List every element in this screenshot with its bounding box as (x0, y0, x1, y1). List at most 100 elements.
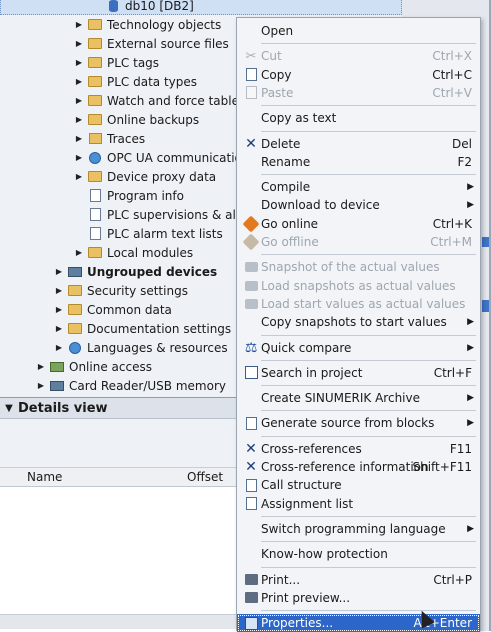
menu-icon-slot (243, 390, 259, 406)
expand-arrow-icon[interactable]: ▶ (36, 381, 46, 390)
menu-separator (261, 410, 476, 412)
folder-icon-shape (68, 323, 82, 334)
menu-item-copy-snapshots-to-start-values[interactable]: Copy snapshots to start values ▶ (237, 313, 480, 331)
cross-reference-info-icon: ✕ (243, 459, 259, 475)
menu-item-copy-as-text[interactable]: Copy as text (237, 109, 480, 127)
expand-arrow-icon[interactable]: ▶ (54, 305, 64, 314)
expand-arrow-icon[interactable]: ▶ (74, 248, 84, 257)
expand-arrow-icon[interactable]: ▶ (54, 324, 64, 333)
menu-item-generate-source-from-blocks[interactable]: Generate source from blocks ▶ (237, 414, 480, 432)
column-header-offset[interactable]: Offset (187, 470, 223, 484)
tree-indent: ▶ (0, 324, 64, 333)
copy-icon-shape (245, 68, 257, 82)
menu-item-switch-programming-language[interactable]: Switch programming language ▶ (237, 520, 480, 538)
menu-item-label: Cross-references (261, 441, 362, 456)
menu-item-create-sinumerik-archive[interactable]: Create SINUMERIK Archive ▶ (237, 389, 480, 407)
menu-item-cross-references[interactable]: ✕ Cross-references F11 (237, 440, 480, 458)
expand-arrow-icon[interactable]: ▶ (74, 20, 84, 29)
folder-icon-shape (88, 57, 102, 68)
menu-item-label: Copy as text (261, 111, 337, 126)
expand-arrow-icon[interactable]: ▶ (74, 153, 84, 162)
menu-item-delete[interactable]: ✕ Delete Del (237, 135, 480, 153)
document-icon (88, 208, 102, 222)
expand-arrow-icon[interactable]: ▶ (74, 115, 84, 124)
menu-item-label: Open (261, 24, 294, 38)
submenu-arrow-icon: ▶ (467, 342, 474, 353)
document-icon (88, 189, 102, 203)
menu-item-search-in-project[interactable]: Search in project Ctrl+F (237, 364, 480, 382)
folder-icon-shape (88, 95, 102, 106)
menu-item-call-structure[interactable]: Call structure (237, 476, 480, 494)
tree-item[interactable]: db10 [DB2] (0, 0, 402, 15)
menu-icon-slot (243, 197, 259, 213)
menu-item-open[interactable]: Open (237, 22, 480, 40)
menu-item-go-online[interactable]: Go online Ctrl+K (237, 215, 480, 233)
menu-item-know-how-protection[interactable]: Know-how protection (237, 545, 480, 563)
menu-item-label: Quick compare (261, 340, 352, 355)
background-block (482, 237, 489, 247)
menu-item-shortcut: Ctrl+K (432, 216, 472, 231)
expand-arrow-icon[interactable]: ▶ (74, 58, 84, 67)
tree-indent: ▶ (0, 134, 84, 143)
expand-arrow-icon[interactable]: ▶ (74, 39, 84, 48)
menu-item-cross-reference-information[interactable]: ✕ Cross-reference information Shift+F11 (237, 458, 480, 476)
menu-item-compile[interactable]: Compile ▶ (237, 178, 480, 196)
menu-separator (261, 566, 476, 568)
menu-item-label: Copy snapshots to start values (261, 315, 447, 330)
snapshot-icon-shape (244, 262, 258, 273)
db-icon (106, 0, 120, 13)
column-header-name[interactable]: Name (27, 470, 62, 484)
folder-icon-shape (68, 285, 82, 296)
expand-arrow-icon[interactable]: ▶ (36, 362, 46, 371)
menu-icon-slot (243, 521, 259, 537)
menu-item-label: Create SINUMERIK Archive (261, 391, 420, 406)
tree-item-label: Program info (107, 188, 184, 203)
opc-ua-icon-shape (89, 151, 101, 164)
menu-item-shortcut: Ctrl+C (432, 67, 472, 82)
snapshot-icon (243, 259, 259, 275)
document-icon-shape (89, 227, 101, 240)
menu-item-print-preview[interactable]: Print preview... (237, 589, 480, 607)
menu-item-label: Search in project (261, 365, 363, 380)
tree-item-label: db10 [DB2] (125, 0, 194, 13)
menu-separator (261, 515, 476, 517)
menu-item-download-to-device[interactable]: Download to device ▶ (237, 196, 480, 214)
tree-item-label: Local modules (107, 245, 194, 260)
expand-arrow-icon[interactable]: ▶ (54, 286, 64, 295)
menu-item-label: Switch programming language (261, 521, 446, 536)
menu-item-label: Delete (261, 136, 301, 151)
load-start-values-icon-shape (244, 298, 258, 309)
menu-item-rename[interactable]: Rename F2 (237, 153, 480, 171)
tree-item-label: Documentation settings (87, 321, 232, 336)
expand-arrow-icon[interactable]: ▶ (74, 172, 84, 181)
submenu-arrow-icon: ▶ (467, 182, 474, 193)
menu-item-print[interactable]: Print... Ctrl+P (237, 571, 480, 589)
menu-item-properties[interactable]: Properties... Alt+Enter (237, 614, 480, 632)
search-project-icon (243, 365, 259, 381)
menu-item-assignment-list[interactable]: Assignment list (237, 495, 480, 513)
menu-item-copy[interactable]: Copy Ctrl+C (237, 66, 480, 84)
expand-arrow-icon[interactable]: ▶ (54, 343, 64, 352)
collapse-chevron-icon[interactable]: ▼ (0, 403, 18, 414)
submenu-arrow-icon: ▶ (467, 317, 474, 328)
quick-compare-icon: ⚖ (243, 340, 259, 356)
expand-arrow-icon[interactable]: ▶ (74, 96, 84, 105)
tree-item-label: OPC UA communication (107, 150, 250, 165)
online-access-icon (50, 360, 64, 374)
tree-item-label: PLC data types (107, 74, 198, 89)
expand-arrow-icon[interactable]: ▶ (54, 267, 64, 276)
tree-indent: ▶ (0, 96, 84, 105)
tree-item-label: Traces (107, 131, 146, 146)
tree-item-label: Watch and force tables (107, 93, 246, 108)
menu-separator (261, 130, 476, 132)
background-block (482, 300, 489, 312)
globe-icon (68, 341, 82, 355)
tree-item-label: Device proxy data (107, 169, 217, 184)
online-access-icon-shape (50, 361, 64, 372)
expand-arrow-icon[interactable]: ▶ (74, 134, 84, 143)
menu-item-quick-compare[interactable]: ⚖ Quick compare ▶ (237, 339, 480, 357)
menu-separator (261, 43, 476, 45)
expand-arrow-icon[interactable]: ▶ (74, 77, 84, 86)
menu-item-label: Print... (261, 572, 301, 587)
menu-separator (261, 254, 476, 256)
